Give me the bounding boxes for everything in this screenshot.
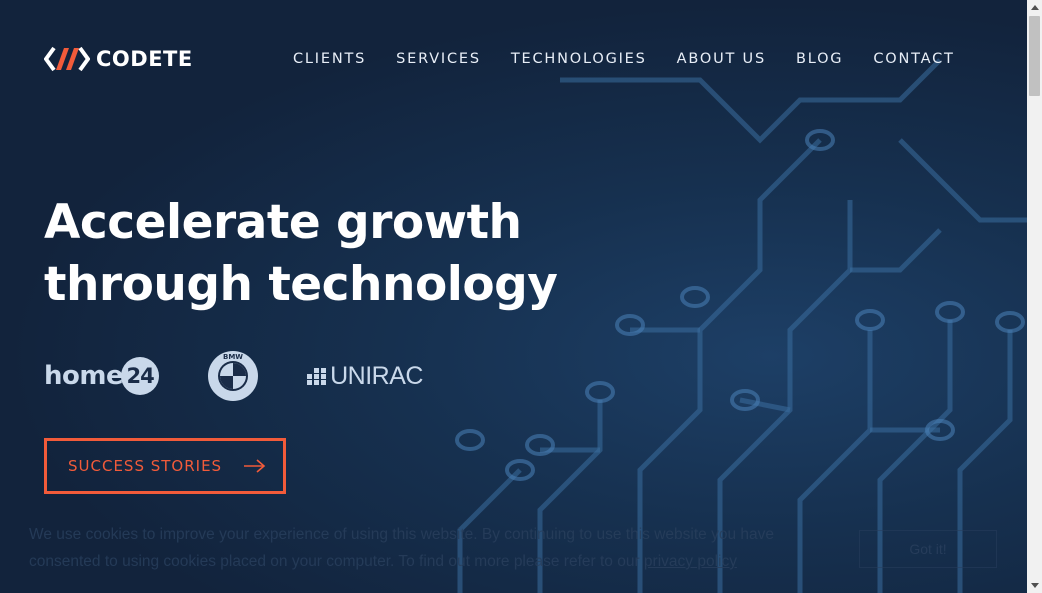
unirac-logo: UNIRAC: [307, 362, 423, 391]
home24-number: 24: [121, 357, 160, 395]
scroll-down-arrow-icon[interactable]: [1027, 578, 1042, 593]
nav-item-contact[interactable]: CONTACT: [873, 51, 954, 67]
arrow-right-icon: [244, 459, 266, 473]
scroll-up-arrow-icon[interactable]: [1027, 0, 1042, 15]
bmw-logo: BMW: [208, 351, 259, 401]
hero-headline-line-2: through technology: [44, 257, 558, 312]
cookie-notice: We use cookies to improve your experienc…: [29, 521, 829, 575]
nav-item-services[interactable]: SERVICES: [396, 51, 481, 67]
scrollbar-thumb[interactable]: [1029, 16, 1040, 96]
nav-item-about-us[interactable]: ABOUT US: [677, 51, 766, 67]
success-stories-button[interactable]: SUCCESS STORIES: [44, 438, 286, 494]
vertical-scrollbar[interactable]: [1027, 0, 1042, 593]
client-logos: home 24 BMW UNIRAC: [44, 350, 423, 402]
brand-name: CODETE: [96, 47, 193, 71]
hero-headline-line-1: Accelerate growth: [44, 195, 522, 250]
nav-item-clients[interactable]: CLIENTS: [293, 51, 366, 67]
codete-brackets-icon: [44, 46, 90, 72]
cookie-accept-button[interactable]: Got it!: [859, 530, 997, 568]
success-stories-label: SUCCESS STORIES: [68, 457, 223, 475]
privacy-policy-link[interactable]: privacy policy: [644, 553, 737, 570]
unirac-wordmark: UNIRAC: [330, 361, 423, 390]
bmw-letters: BMW: [223, 353, 243, 361]
nav-item-blog[interactable]: BLOG: [796, 51, 843, 67]
page: CODETE CLIENTS SERVICES TECHNOLOGIES ABO…: [0, 0, 1027, 593]
unirac-grid-icon: [307, 368, 327, 385]
codete-logo[interactable]: CODETE: [44, 46, 193, 72]
home24-logo: home 24: [44, 357, 160, 395]
nav-item-technologies[interactable]: TECHNOLOGIES: [511, 51, 647, 67]
main-navigation: CLIENTS SERVICES TECHNOLOGIES ABOUT US B…: [293, 51, 955, 67]
home24-word: home: [44, 361, 124, 391]
hero-headline: Accelerate growth through technology: [44, 192, 558, 316]
